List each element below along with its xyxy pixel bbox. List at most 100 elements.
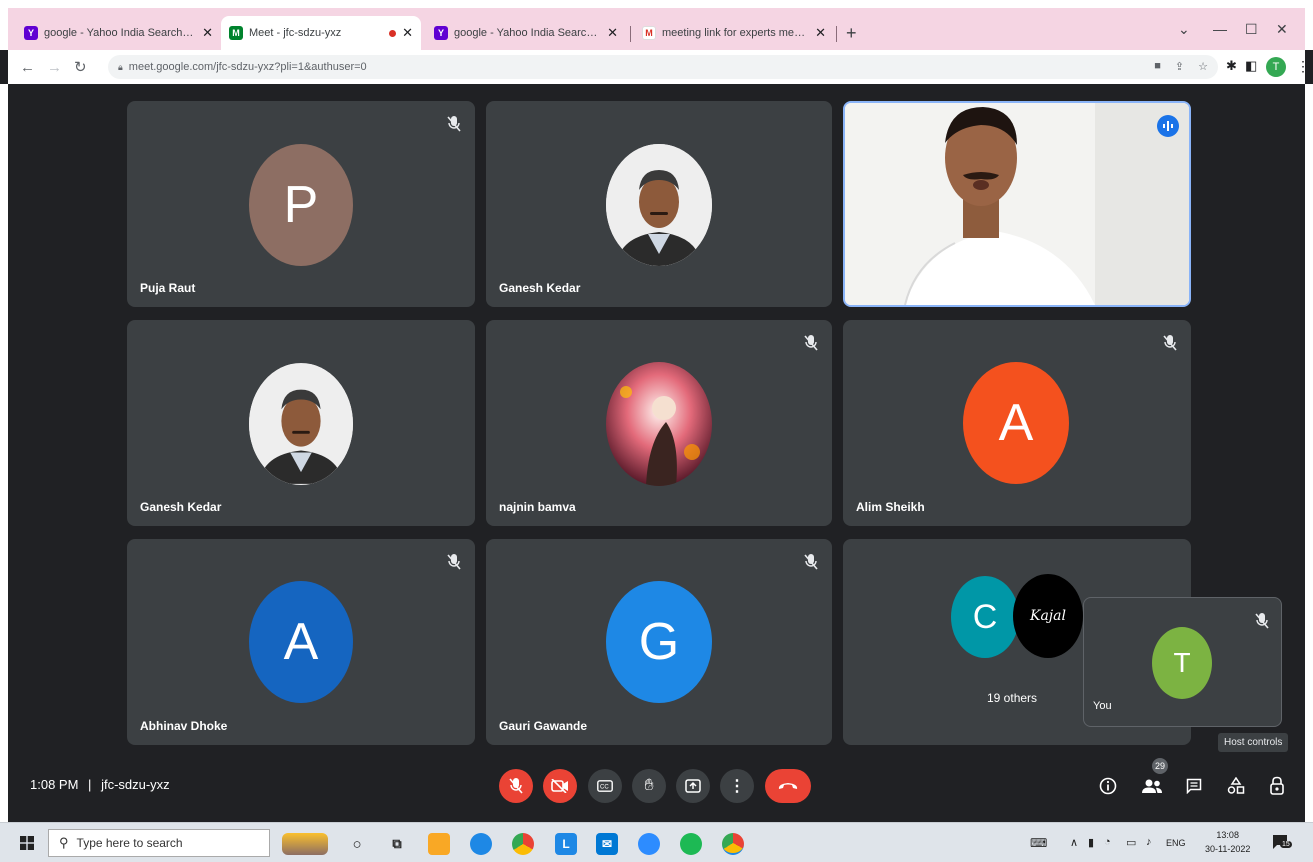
meeting-code: jfc-sdzu-yxz: [101, 777, 170, 792]
network-icon[interactable]: ◔: [1104, 836, 1111, 848]
search-placeholder: Type here to search: [76, 836, 183, 850]
language-indicator[interactable]: ENG: [1166, 838, 1186, 848]
activities-button[interactable]: [1224, 774, 1248, 798]
chat-button[interactable]: [1182, 774, 1206, 798]
file-explorer-icon[interactable]: [428, 833, 450, 855]
taskbar-search-input[interactable]: ⚲ Type here to search: [48, 829, 270, 857]
captions-button[interactable]: CC: [588, 769, 622, 803]
tab-gmail[interactable]: M meeting link for experts meet - ✕: [634, 16, 834, 50]
avatar: G: [606, 581, 712, 703]
participant-tile-active-speaker[interactable]: [843, 101, 1191, 307]
mic-off-icon: [1255, 613, 1269, 629]
speaking-indicator-icon: [1157, 115, 1179, 137]
present-screen-button[interactable]: [676, 769, 710, 803]
notification-count-badge: 15: [1280, 841, 1292, 848]
people-icon: [1142, 779, 1162, 793]
avatar: P: [249, 144, 353, 266]
back-arrow-icon[interactable]: ←: [20, 59, 35, 76]
host-controls-tooltip: Host controls: [1218, 733, 1289, 752]
extensions-puzzle-icon[interactable]: ✱: [1226, 58, 1237, 74]
host-controls-lock-icon: [1270, 776, 1284, 795]
minimize-button[interactable]: —: [1213, 21, 1227, 37]
zoom-icon[interactable]: [638, 833, 660, 855]
maximize-button[interactable]: ☐: [1245, 21, 1258, 38]
tab-close-icon[interactable]: ✕: [607, 25, 618, 41]
browser-menu-icon[interactable]: ⋮: [1296, 58, 1310, 75]
participant-tile[interactable]: Ganesh Kedar: [486, 101, 832, 307]
mic-off-icon: [1163, 335, 1177, 351]
taskbar-clock[interactable]: 13:08 30-11-2022: [1205, 828, 1250, 856]
others-count: 19 others: [987, 691, 1038, 705]
participant-name: Ganesh Kedar: [140, 500, 222, 514]
tab-yahoo-search-1[interactable]: Y google - Yahoo India Search Res ✕: [16, 16, 221, 50]
participant-tile[interactable]: A Abhinav Dhoke: [127, 539, 475, 745]
meeting-details-button[interactable]: [1096, 774, 1120, 798]
volume-icon[interactable]: ♪: [1146, 836, 1152, 848]
tab-search-chevron-icon[interactable]: ⌄: [1178, 21, 1190, 38]
mail-icon[interactable]: ✉: [596, 833, 618, 855]
chat-icon: [1186, 778, 1202, 794]
more-options-button[interactable]: ⋮: [720, 769, 754, 803]
edge-icon[interactable]: [470, 833, 492, 855]
self-view-tile[interactable]: T You: [1083, 597, 1282, 727]
tab-close-icon[interactable]: ✕: [202, 25, 213, 41]
tray-expand-icon[interactable]: ∧: [1070, 836, 1078, 849]
reload-icon[interactable]: ↻: [74, 58, 87, 76]
participant-tile[interactable]: P Puja Raut: [127, 101, 475, 307]
app-l-icon[interactable]: L: [555, 833, 577, 855]
leave-call-button[interactable]: [765, 769, 811, 803]
url-text: meet.google.com/jfc-sdzu-yxz?pli=1&authu…: [128, 61, 367, 73]
tab-yahoo-search-2[interactable]: Y google - Yahoo India Search Res ✕: [426, 16, 626, 50]
participant-tile[interactable]: najnin bamva: [486, 320, 832, 526]
tab-close-icon[interactable]: ✕: [402, 25, 413, 41]
address-toolbar: ← → ↻ 🔒︎ meet.google.com/jfc-sdzu-yxz?pl…: [8, 50, 1310, 84]
display-icon[interactable]: ▭: [1126, 836, 1136, 849]
meet-stage: P Puja Raut Ganesh Kedar Ganesh Kedar na…: [8, 84, 1305, 822]
tab-google-meet[interactable]: M Meet - jfc-sdzu-yxz ✕: [221, 16, 421, 50]
windows-start-icon[interactable]: [20, 836, 34, 850]
people-button[interactable]: [1140, 774, 1164, 798]
present-icon: [685, 779, 701, 793]
side-panel-icon[interactable]: ◧: [1245, 58, 1257, 74]
camera-off-icon: [551, 779, 568, 793]
cortana-icon[interactable]: ○: [346, 833, 368, 855]
profile-photo: [606, 144, 712, 266]
hand-icon: ✋︎: [644, 777, 654, 794]
tab-close-icon[interactable]: ✕: [815, 25, 826, 41]
url-bar[interactable]: 🔒︎ meet.google.com/jfc-sdzu-yxz?pli=1&au…: [108, 55, 1218, 79]
yahoo-favicon-icon: Y: [24, 26, 38, 40]
signature-avatar: Kajal: [1013, 574, 1083, 658]
notifications-button[interactable]: 15: [1272, 834, 1292, 852]
participant-tile[interactable]: Ganesh Kedar: [127, 320, 475, 526]
meet-favicon-icon: M: [229, 26, 243, 40]
mic-toggle-button[interactable]: [499, 769, 533, 803]
activities-icon: [1227, 777, 1245, 794]
yahoo-favicon-icon: Y: [434, 26, 448, 40]
keyboard-icon[interactable]: ⌨: [1030, 836, 1047, 850]
new-tab-button[interactable]: +: [846, 23, 857, 44]
bookmark-star-icon[interactable]: ☆: [1198, 60, 1208, 73]
participant-video: [845, 103, 1189, 305]
mic-off-icon: [447, 554, 461, 570]
search-highlight-icon[interactable]: [282, 833, 328, 855]
participant-tile[interactable]: G Gauri Gawande: [486, 539, 832, 745]
host-controls-button[interactable]: [1265, 774, 1289, 798]
camera-in-use-icon[interactable]: ■: [1154, 60, 1161, 73]
mic-off-icon: [804, 554, 818, 570]
share-icon[interactable]: ⇪: [1175, 60, 1184, 73]
task-view-icon[interactable]: ⧉: [386, 833, 408, 855]
spotify-icon[interactable]: [680, 833, 702, 855]
window-close-button[interactable]: ✕: [1276, 21, 1288, 38]
raise-hand-button[interactable]: ✋︎: [632, 769, 666, 803]
battery-icon[interactable]: ▮: [1088, 836, 1094, 849]
chrome-active-icon[interactable]: [722, 833, 744, 855]
tab-label: google - Yahoo India Search Res: [454, 27, 602, 39]
camera-toggle-button[interactable]: [543, 769, 577, 803]
chrome-icon[interactable]: [512, 833, 534, 855]
participant-tile[interactable]: A Alim Sheikh: [843, 320, 1191, 526]
participant-name: najnin bamva: [499, 500, 576, 514]
captions-icon: CC: [597, 780, 613, 792]
tab-divider: [836, 26, 837, 42]
forward-arrow-icon[interactable]: →: [47, 59, 62, 76]
profile-avatar[interactable]: T: [1266, 57, 1286, 77]
